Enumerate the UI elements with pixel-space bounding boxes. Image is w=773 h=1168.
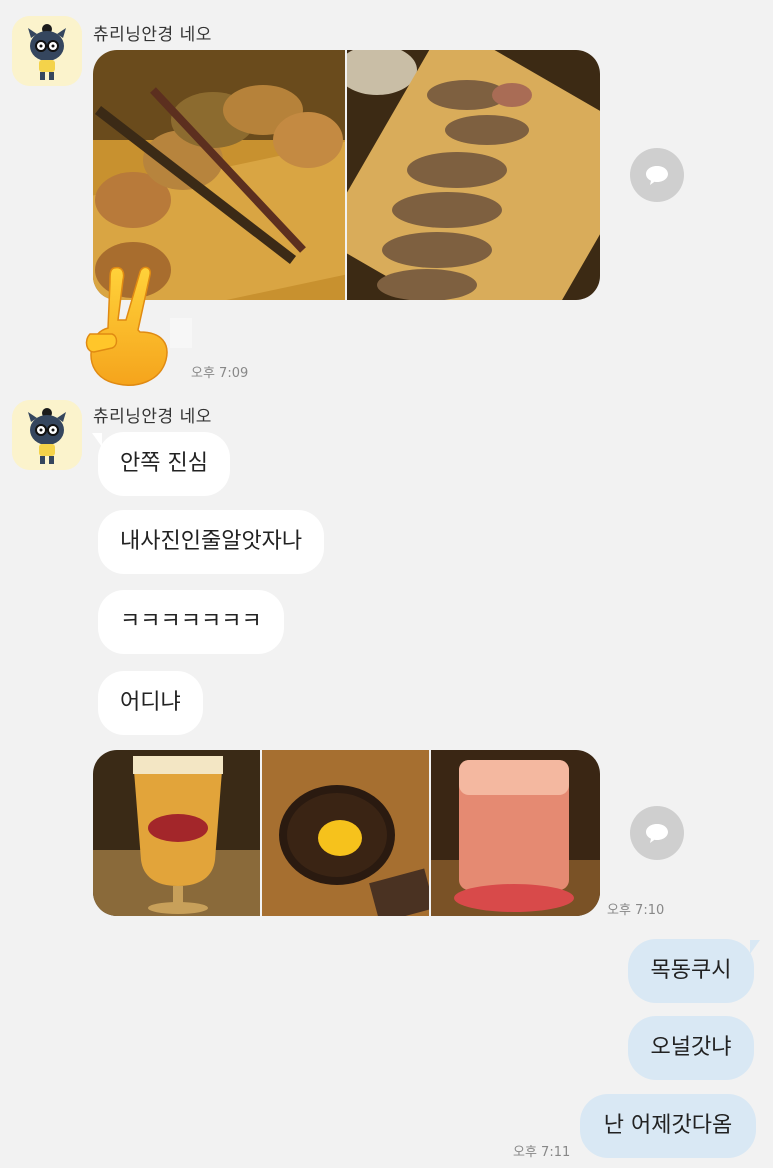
incoming-message-bubble[interactable]: 내사진인줄알앗자나: [98, 510, 325, 574]
photo-sauce-egg[interactable]: [262, 750, 429, 916]
neo-avatar-icon: [12, 16, 82, 86]
photo-drink[interactable]: [431, 750, 600, 916]
message-tail: [170, 318, 192, 348]
outgoing-message-bubble[interactable]: 오널갓냐: [628, 1016, 754, 1080]
neo-avatar-icon: [12, 400, 82, 470]
share-button[interactable]: [630, 806, 684, 860]
outgoing-message-bubble[interactable]: 난 어제갓다옴: [580, 1094, 756, 1158]
speech-bubble-share-icon: [646, 166, 668, 185]
incoming-message-bubble[interactable]: ㅋㅋㅋㅋㅋㅋㅋ: [98, 590, 284, 654]
sender-avatar[interactable]: [12, 16, 82, 86]
sender-name: 츄리닝안경 네오: [93, 25, 212, 45]
outgoing-message-bubble[interactable]: 목동쿠시: [628, 939, 754, 1003]
photo-beer[interactable]: [93, 750, 260, 916]
incoming-message-bubble[interactable]: 안쪽 진심: [98, 432, 230, 496]
sender-avatar[interactable]: [12, 400, 82, 470]
share-button[interactable]: [630, 148, 684, 202]
sender-name: 츄리닝안경 네오: [93, 407, 212, 427]
incoming-message-bubble[interactable]: 어디냐: [98, 671, 203, 735]
message-time: 오후 7:11: [513, 1145, 571, 1160]
speech-bubble-share-icon: [646, 824, 668, 843]
message-time: 오후 7:09: [191, 366, 249, 381]
photo-yakitori-2[interactable]: [347, 50, 600, 300]
victory-hand-emoji[interactable]: [78, 260, 178, 390]
bubble-tail: [750, 940, 760, 954]
photo-album-2[interactable]: [93, 750, 600, 916]
message-time: 오후 7:10: [607, 903, 665, 918]
